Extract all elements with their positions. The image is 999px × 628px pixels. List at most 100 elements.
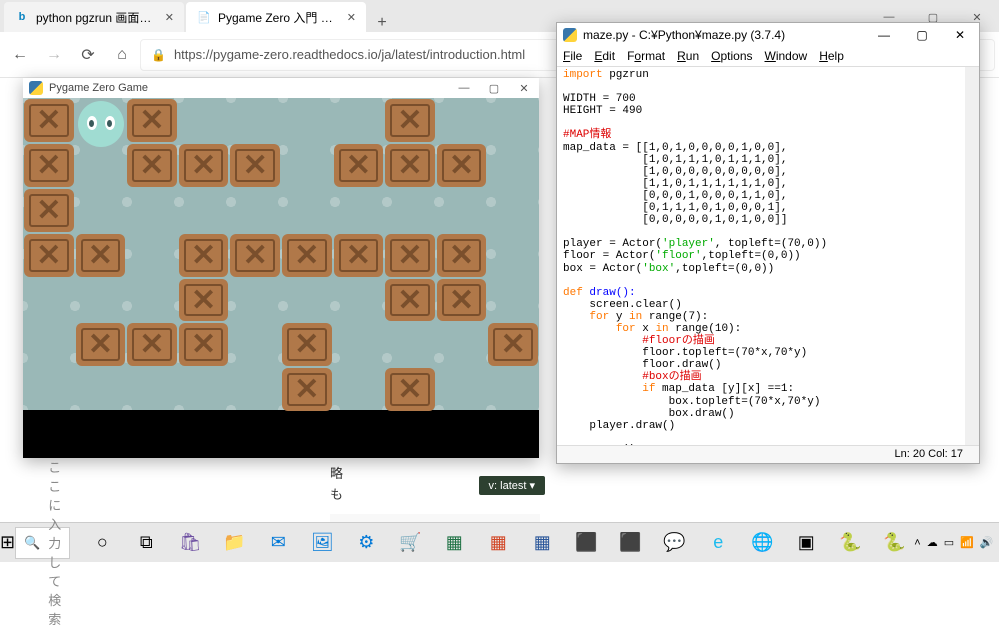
- box-tile: [179, 234, 229, 277]
- version-selector[interactable]: v: latest ▾: [479, 476, 545, 495]
- maximize-button[interactable]: ▢: [903, 28, 941, 42]
- box-tile: [127, 99, 177, 142]
- taskview-icon[interactable]: ⧉: [126, 523, 166, 563]
- box-tile: [385, 234, 435, 277]
- lock-icon: 🔒: [151, 48, 166, 62]
- menu-edit[interactable]: Edit: [594, 49, 615, 64]
- pygame-window: Pygame Zero Game — ▢ ✕: [23, 78, 539, 458]
- close-icon[interactable]: ✕: [165, 11, 174, 24]
- window-title: maze.py - C:¥Python¥maze.py (3.7.4): [583, 28, 785, 42]
- browser-tab-1[interactable]: 📄 Pygame Zero 入門 — Pygame Z... ✕: [186, 2, 366, 32]
- box-tile: [334, 234, 384, 277]
- idle-titlebar[interactable]: maze.py - C:¥Python¥maze.py (3.7.4) — ▢ …: [557, 23, 979, 47]
- search-icon: 🔍: [24, 535, 40, 551]
- box-tile: [76, 234, 126, 277]
- forward-button[interactable]: →: [38, 39, 70, 71]
- close-icon[interactable]: ✕: [347, 11, 356, 24]
- menu-help[interactable]: Help: [819, 49, 844, 64]
- favicon-bing: b: [14, 9, 30, 25]
- ie-icon[interactable]: e: [698, 523, 738, 563]
- pygame-titlebar[interactable]: Pygame Zero Game — ▢ ✕: [23, 78, 539, 98]
- menu-format[interactable]: Format: [627, 49, 665, 64]
- box-tile: [24, 189, 74, 232]
- window-title: Pygame Zero Game: [49, 82, 148, 94]
- word-icon[interactable]: ▦: [522, 523, 562, 563]
- taskbar-app[interactable]: ✉: [258, 523, 298, 563]
- box-tile: [385, 368, 435, 411]
- idle-menubar: File Edit Format Run Options Window Help: [557, 47, 979, 67]
- box-tile: [230, 234, 280, 277]
- tab-title: python pgzrun 画面下欠ける - Bi...: [36, 9, 159, 26]
- status-bar: Ln: 20 Col: 17: [557, 445, 979, 463]
- favicon-doc: 📄: [196, 9, 212, 25]
- menu-options[interactable]: Options: [711, 49, 752, 64]
- taskbar-app[interactable]: ⬛: [566, 523, 606, 563]
- python-icon[interactable]: 🐍: [874, 523, 914, 563]
- volume-icon[interactable]: 🔊: [980, 536, 994, 549]
- menu-file[interactable]: File: [563, 49, 582, 64]
- box-tile: [127, 144, 177, 187]
- taskbar-app[interactable]: 🖼: [302, 523, 342, 563]
- python-icon: [29, 81, 43, 95]
- box-tile: [24, 99, 74, 142]
- box-tile: [282, 323, 332, 366]
- tray-icon[interactable]: ▭: [944, 536, 954, 549]
- taskbar-app[interactable]: ⚙: [346, 523, 386, 563]
- code-editor[interactable]: import pgzrun WIDTH = 700 HEIGHT = 490 #…: [557, 67, 979, 445]
- tray-chevron-icon[interactable]: ˄: [914, 537, 920, 549]
- box-tile: [179, 323, 229, 366]
- taskbar-app[interactable]: ⬛: [610, 523, 650, 563]
- box-tile: [76, 323, 126, 366]
- edge-icon[interactable]: 🌐: [742, 523, 782, 563]
- wifi-icon[interactable]: 📶: [960, 536, 974, 549]
- box-tile: [385, 144, 435, 187]
- maximize-button[interactable]: ▢: [479, 82, 509, 95]
- close-button[interactable]: ✕: [509, 82, 539, 95]
- minimize-button[interactable]: —: [449, 82, 479, 95]
- taskbar-app[interactable]: 🛍: [170, 523, 210, 563]
- excel-icon[interactable]: ▦: [434, 523, 474, 563]
- cloud-icon[interactable]: ☁: [927, 536, 938, 549]
- box-tile: [24, 144, 74, 187]
- taskbar: ⊞ 🔍 ここに入力して検索 ○ ⧉ 🛍 📁 ✉ 🖼 ⚙ 🛒 ▦ ▦ ▦ ⬛ ⬛ …: [0, 522, 999, 562]
- game-canvas[interactable]: [23, 98, 539, 458]
- taskbar-apps: ○ ⧉ 🛍 📁 ✉ 🖼 ⚙ 🛒 ▦ ▦ ▦ ⬛ ⬛ 💬 e 🌐 ▣ 🐍 🐍: [82, 523, 914, 563]
- taskbar-app[interactable]: 💬: [654, 523, 694, 563]
- taskbar-app[interactable]: 🛒: [390, 523, 430, 563]
- url-text: https://pygame-zero.readthedocs.io/ja/la…: [174, 47, 525, 62]
- taskbar-app[interactable]: 📁: [214, 523, 254, 563]
- menu-window[interactable]: Window: [765, 49, 808, 64]
- box-tile: [230, 144, 280, 187]
- search-placeholder: ここに入力して検索: [48, 457, 61, 628]
- box-tile: [282, 234, 332, 277]
- back-button[interactable]: ←: [4, 39, 36, 71]
- box-tile: [127, 323, 177, 366]
- close-button[interactable]: ✕: [941, 28, 979, 42]
- box-tile: [437, 279, 487, 322]
- box-tile: [488, 323, 538, 366]
- refresh-button[interactable]: ⟳: [72, 39, 104, 71]
- box-tile: [179, 279, 229, 322]
- cortana-icon[interactable]: ○: [82, 523, 122, 563]
- player-sprite: [78, 101, 124, 147]
- python-icon: [563, 28, 577, 42]
- menu-run[interactable]: Run: [677, 49, 699, 64]
- box-tile: [437, 234, 487, 277]
- system-tray: ˄ ☁ ▭ 📶 🔊 A 5:31 2021/06/06 💬: [914, 529, 999, 555]
- box-tile: [282, 368, 332, 411]
- python-icon[interactable]: 🐍: [830, 523, 870, 563]
- box-tile: [385, 279, 435, 322]
- browser-tab-0[interactable]: b python pgzrun 画面下欠ける - Bi... ✕: [4, 2, 184, 32]
- powerpoint-icon[interactable]: ▦: [478, 523, 518, 563]
- tab-title: Pygame Zero 入門 — Pygame Z...: [218, 9, 341, 26]
- cmd-icon[interactable]: ▣: [786, 523, 826, 563]
- idle-window: maze.py - C:¥Python¥maze.py (3.7.4) — ▢ …: [556, 22, 980, 464]
- box-tile: [385, 99, 435, 142]
- minimize-button[interactable]: —: [865, 28, 903, 42]
- new-tab-button[interactable]: +: [368, 14, 396, 32]
- box-tile: [24, 234, 74, 277]
- box-tile: [334, 144, 384, 187]
- home-button[interactable]: ⌂: [106, 39, 138, 71]
- start-button[interactable]: ⊞: [0, 523, 15, 563]
- search-input[interactable]: 🔍 ここに入力して検索: [15, 527, 70, 559]
